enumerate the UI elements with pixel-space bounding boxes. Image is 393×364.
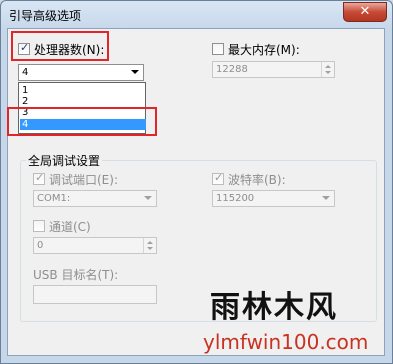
processors-combo-value: 4 bbox=[22, 67, 29, 78]
window-title: 引导高级选项 bbox=[9, 9, 82, 23]
title-bar[interactable]: 引导高级选项 ✕ bbox=[1, 1, 392, 29]
global-debug-title: 全局调试设置 bbox=[26, 152, 103, 169]
debug-port-label: 调试端口(E): bbox=[49, 173, 118, 187]
usb-target-label: USB 目标名(T): bbox=[33, 268, 119, 282]
channel-spinner[interactable]: 0 bbox=[33, 237, 157, 254]
baud-rate-combo[interactable]: 115200 bbox=[212, 190, 335, 207]
processors-combo[interactable]: 4 bbox=[18, 64, 144, 81]
usb-target-input[interactable] bbox=[33, 285, 157, 304]
spin-up-icon[interactable] bbox=[147, 241, 153, 244]
chevron-down-icon[interactable] bbox=[131, 70, 139, 74]
close-icon: ✕ bbox=[359, 4, 371, 19]
spin-down-icon[interactable] bbox=[325, 71, 331, 74]
debug-port-combo[interactable]: COM1: bbox=[33, 190, 157, 207]
watermark-brand-cn: 雨林木风 bbox=[210, 290, 338, 325]
spin-down-icon[interactable] bbox=[147, 247, 153, 250]
debug-port-checkbox[interactable] bbox=[33, 171, 45, 185]
chevron-down-icon[interactable] bbox=[322, 196, 330, 200]
dropdown-option-1[interactable]: 1 bbox=[20, 85, 146, 96]
highlight-box-option-4 bbox=[7, 107, 157, 136]
chevron-down-icon[interactable] bbox=[144, 196, 152, 200]
spinner-buttons[interactable] bbox=[143, 238, 156, 253]
watermark-url: ylmfwin100.com bbox=[203, 330, 369, 354]
highlight-box-processors bbox=[11, 31, 109, 61]
debug-port-value: COM1: bbox=[37, 193, 71, 204]
baud-rate-checkbox[interactable] bbox=[212, 171, 224, 185]
close-button[interactable]: ✕ bbox=[343, 2, 387, 22]
channel-checkbox[interactable] bbox=[33, 220, 45, 232]
spin-up-icon[interactable] bbox=[325, 65, 331, 68]
channel-value: 0 bbox=[37, 240, 44, 251]
baud-rate-label: 波特率(B): bbox=[228, 173, 286, 187]
max-memory-spinner[interactable]: 12288 bbox=[212, 61, 335, 78]
max-memory-label: 最大内存(M): bbox=[228, 43, 300, 57]
channel-label: 通道(C) bbox=[49, 220, 91, 234]
spinner-buttons[interactable] bbox=[321, 62, 334, 77]
max-memory-value: 12288 bbox=[216, 64, 248, 75]
max-memory-checkbox[interactable] bbox=[212, 43, 224, 55]
baud-rate-value: 115200 bbox=[216, 193, 255, 204]
dropdown-option-2[interactable]: 2 bbox=[20, 96, 146, 107]
